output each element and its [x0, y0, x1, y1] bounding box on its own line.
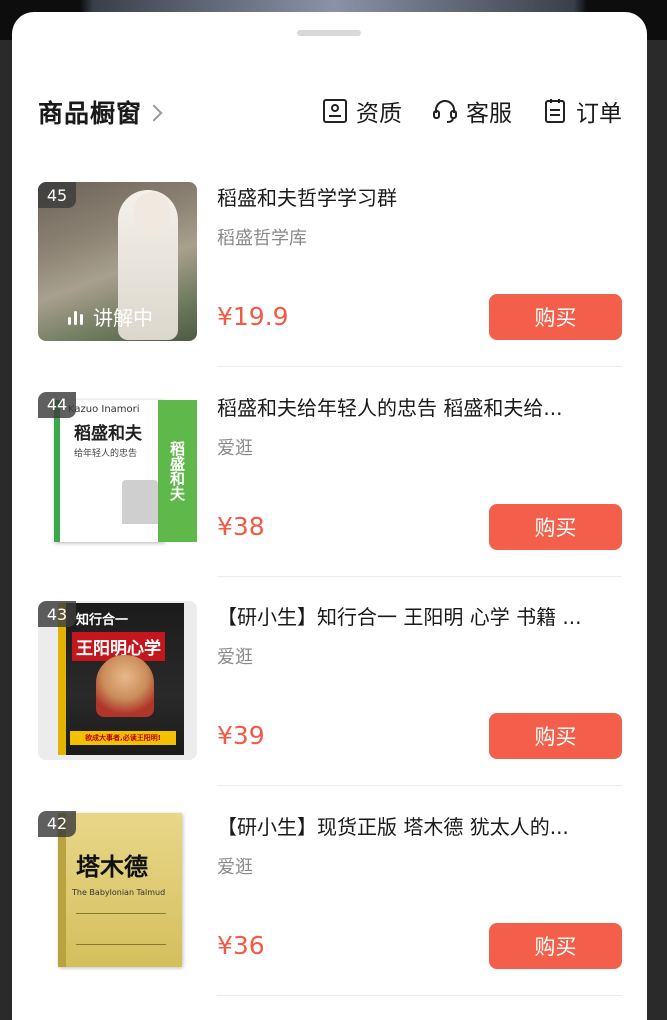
- divider: [217, 994, 622, 996]
- buy-button[interactable]: 购买: [489, 922, 622, 969]
- qualification-button[interactable]: 资质: [322, 94, 402, 128]
- product-thumbnail[interactable]: Kazuo Inamori 稻盛和夫 给年轻人的忠告 稻盛和夫 44: [38, 391, 197, 551]
- buy-button[interactable]: 购买: [489, 713, 622, 759]
- product-showcase-sheet: 商品橱窗 资质 客服 订单 45 讲解中 稻盛和夫哲学学习群 稻盛哲学库 ¥19…: [12, 12, 647, 1020]
- product-price: ¥39: [217, 721, 265, 750]
- order-list-icon: [545, 99, 565, 123]
- cover-subtitle: 给年轻人的忠告: [74, 448, 138, 459]
- book-cover: 塔木德 The Babylonian Talmud: [58, 812, 182, 967]
- page-title: 商品橱窗: [38, 99, 143, 128]
- cover-portrait: [96, 655, 154, 717]
- cover-portrait: [122, 479, 158, 524]
- cover-english-title: The Babylonian Talmud: [72, 887, 166, 897]
- book-cover: Kazuo Inamori 稻盛和夫 给年轻人的忠告: [54, 399, 164, 542]
- sound-bars-icon: [68, 309, 83, 325]
- orders-button[interactable]: 订单: [542, 94, 622, 128]
- showcase-title-link[interactable]: 商品橱窗: [38, 94, 163, 130]
- rank-badge: 43: [38, 601, 76, 627]
- cover-tagline: 欲成大事者,必读王阳明!: [70, 731, 176, 745]
- rank-badge: 42: [38, 810, 76, 837]
- cover-text-block: [76, 912, 166, 945]
- cover-side-text: 稻盛和夫: [168, 440, 186, 501]
- id-card-icon: [323, 99, 347, 123]
- product-item[interactable]: 塔木德 The Babylonian Talmud 42 【研小生】现货正版 塔…: [38, 810, 622, 1020]
- product-thumbnail[interactable]: 塔木德 The Babylonian Talmud 42: [38, 810, 197, 970]
- shop-name: 爱逛: [217, 437, 253, 459]
- product-price: ¥38: [217, 511, 265, 541]
- buy-button[interactable]: 购买: [489, 294, 622, 340]
- product-item[interactable]: 45 讲解中 稻盛和夫哲学学习群 稻盛哲学库 ¥19.9 购买: [38, 182, 622, 392]
- product-price: ¥19.9: [217, 302, 289, 331]
- shop-name: 稻盛哲学库: [217, 228, 307, 249]
- qualification-label: 资质: [356, 101, 402, 127]
- product-item[interactable]: Kazuo Inamori 稻盛和夫 给年轻人的忠告 稻盛和夫 44 稻盛和夫给…: [38, 391, 622, 602]
- cover-title: 稻盛和夫: [74, 423, 142, 444]
- customer-service-label: 客服: [466, 101, 512, 127]
- orders-label: 订单: [576, 101, 622, 127]
- divider: [217, 366, 622, 367]
- divider: [217, 575, 622, 577]
- buy-button[interactable]: 购买: [489, 503, 622, 550]
- live-explaining-badge: 讲解中: [68, 302, 153, 331]
- product-price: ¥36: [217, 930, 265, 960]
- divider: [217, 785, 622, 786]
- product-thumbnail[interactable]: 45 讲解中: [38, 182, 197, 341]
- cover-title: 塔木德: [76, 852, 148, 881]
- product-list: 45 讲解中 稻盛和夫哲学学习群 稻盛哲学库 ¥19.9 购买 Kazuo In…: [38, 182, 622, 1020]
- drag-handle[interactable]: [297, 30, 361, 36]
- figure-head: [134, 192, 170, 236]
- headset-icon: [433, 100, 457, 123]
- shop-name: 爱逛: [217, 647, 253, 668]
- customer-service-button[interactable]: 客服: [432, 94, 512, 128]
- cover-spine: 稻盛和夫: [158, 399, 197, 542]
- rank-badge: 45: [38, 182, 76, 208]
- product-name[interactable]: 稻盛和夫给年轻人的忠告 稻盛和夫给...: [217, 392, 622, 424]
- chevron-right-icon: [145, 104, 163, 122]
- cover-top-text: 知行合一: [76, 613, 129, 628]
- product-name[interactable]: 稻盛和夫哲学学习群: [217, 182, 622, 214]
- product-name[interactable]: 【研小生】现货正版 塔木德 犹太人的...: [217, 811, 622, 843]
- product-thumbnail[interactable]: 知行合一 王阳明心学 欲成大事者,必读王阳明! 43: [38, 601, 197, 760]
- showcase-header: 商品橱窗 资质 客服 订单: [38, 84, 622, 140]
- cover-brand: Kazuo Inamori: [68, 403, 140, 415]
- shop-name: 爱逛: [217, 856, 253, 878]
- book-cover: 知行合一 王阳明心学 欲成大事者,必读王阳明!: [58, 603, 184, 755]
- rank-badge: 44: [38, 391, 76, 418]
- live-label: 讲解中: [93, 306, 153, 330]
- product-name[interactable]: 【研小生】知行合一 王阳明 心学 书籍 ...: [217, 601, 622, 633]
- product-item[interactable]: 知行合一 王阳明心学 欲成大事者,必读王阳明! 43 【研小生】知行合一 王阳明…: [38, 601, 622, 811]
